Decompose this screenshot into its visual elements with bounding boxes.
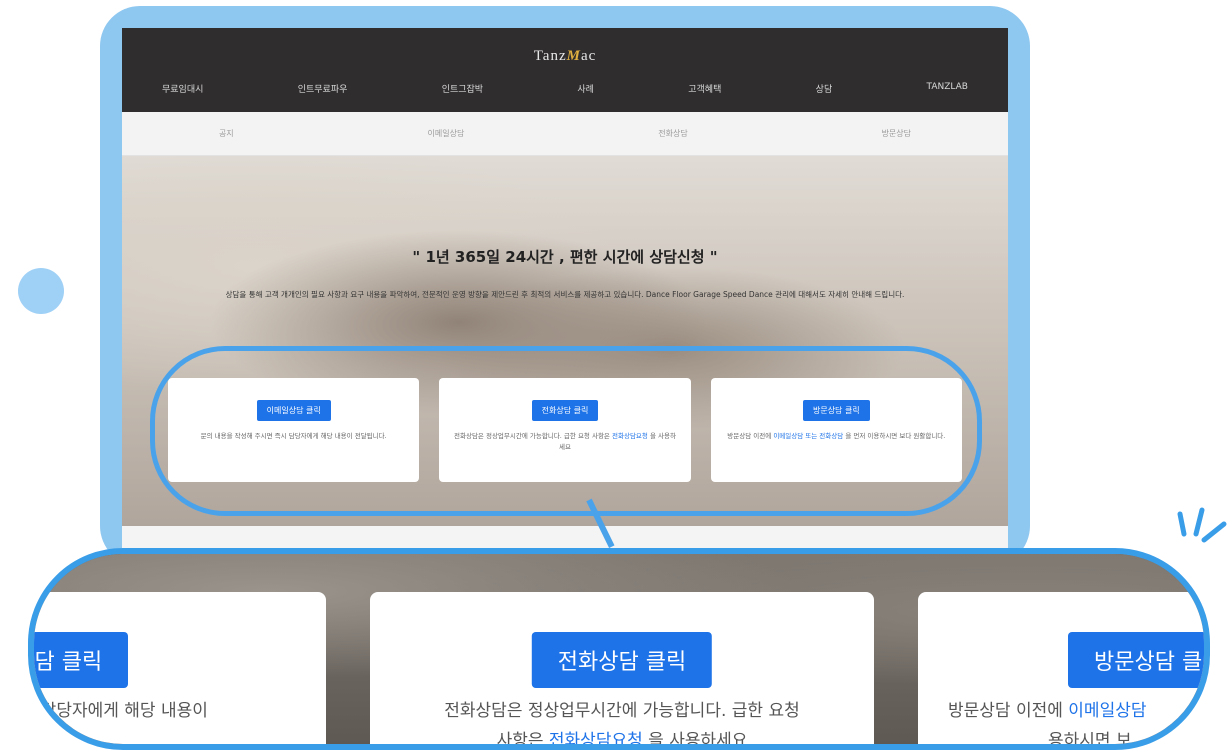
subnav-item[interactable]: 방문상담	[882, 128, 911, 139]
zoom-visit-card: 방문상담 클 방문상담 이전에 이메일상담 용하시면 보	[918, 592, 1204, 750]
nav-item[interactable]: 사례	[577, 82, 594, 95]
highlight-ring	[150, 346, 982, 516]
hero-title: " 1년 365일 24시간 , 편한 시간에 상담신청 "	[412, 248, 718, 266]
nav-item[interactable]: 무료임대시	[162, 82, 203, 95]
browser-frame: TanzMac 무료임대시 인트무료파우 인트그잡박 사례 고객혜택 상담 TA…	[100, 6, 1030, 566]
nav-item[interactable]: 상담	[816, 82, 833, 95]
subnav-item[interactable]: 공지	[219, 128, 234, 139]
zoom-card-text: 전화상담은 정상업무시간에 가능합니다. 급한 요청 사항은 전화상담요청 을 …	[444, 701, 800, 750]
zoom-email-button[interactable]: 일상담 클릭	[34, 632, 129, 688]
hero-section: " 1년 365일 24시간 , 편한 시간에 상담신청 " 상담을 통해 고객…	[122, 156, 1008, 526]
zoom-phone-button[interactable]: 전화상담 클릭	[531, 632, 713, 688]
nav-item[interactable]: 고객혜택	[688, 82, 721, 95]
site-header: TanzMac 무료임대시 인트무료파우 인트그잡박 사례 고객혜택 상담 TA…	[122, 28, 1008, 112]
subnav-item[interactable]: 이메일상담	[428, 128, 465, 139]
zoom-card-text: 방문상담 이전에 이메일상담 용하시면 보	[948, 701, 1147, 750]
zoom-visit-button[interactable]: 방문상담 클	[1068, 632, 1204, 688]
subnav-item[interactable]: 전화상담	[658, 128, 687, 139]
nav-item[interactable]: 인트그잡박	[442, 82, 483, 95]
zoom-email-link[interactable]: 이메일상담	[1068, 701, 1146, 721]
zoom-phone-request-link[interactable]: 전화상담요청	[549, 731, 643, 744]
zoom-phone-card: 전화상담 클릭 전화상담은 정상업무시간에 가능합니다. 급한 요청 사항은 전…	[370, 592, 874, 750]
site-logo[interactable]: TanzMac	[122, 48, 1008, 65]
sub-nav: 공지 이메일상담 전화상담 방문상담	[122, 112, 1008, 156]
hero-description: 상담을 통해 고객 개개인의 필요 사항과 요구 내용을 파악하여, 전문적인 …	[225, 290, 905, 299]
website-screenshot: TanzMac 무료임대시 인트무료파우 인트그잡박 사례 고객혜택 상담 TA…	[122, 28, 1008, 566]
zoom-card-text: 즉시 담당자에게 해당 내용이 니다.	[34, 701, 208, 750]
nav-item[interactable]: 인트무료파우	[298, 82, 348, 95]
decorative-dot	[18, 268, 64, 314]
zoom-callout: 일상담 클릭 즉시 담당자에게 해당 내용이 니다. 전화상담 클릭 전화상담은…	[28, 548, 1210, 750]
nav-item[interactable]: TANZLAB	[927, 82, 968, 95]
zoom-email-card: 일상담 클릭 즉시 담당자에게 해당 내용이 니다.	[34, 592, 326, 750]
main-nav: 무료임대시 인트무료파우 인트그잡박 사례 고객혜택 상담 TANZLAB	[162, 82, 968, 95]
